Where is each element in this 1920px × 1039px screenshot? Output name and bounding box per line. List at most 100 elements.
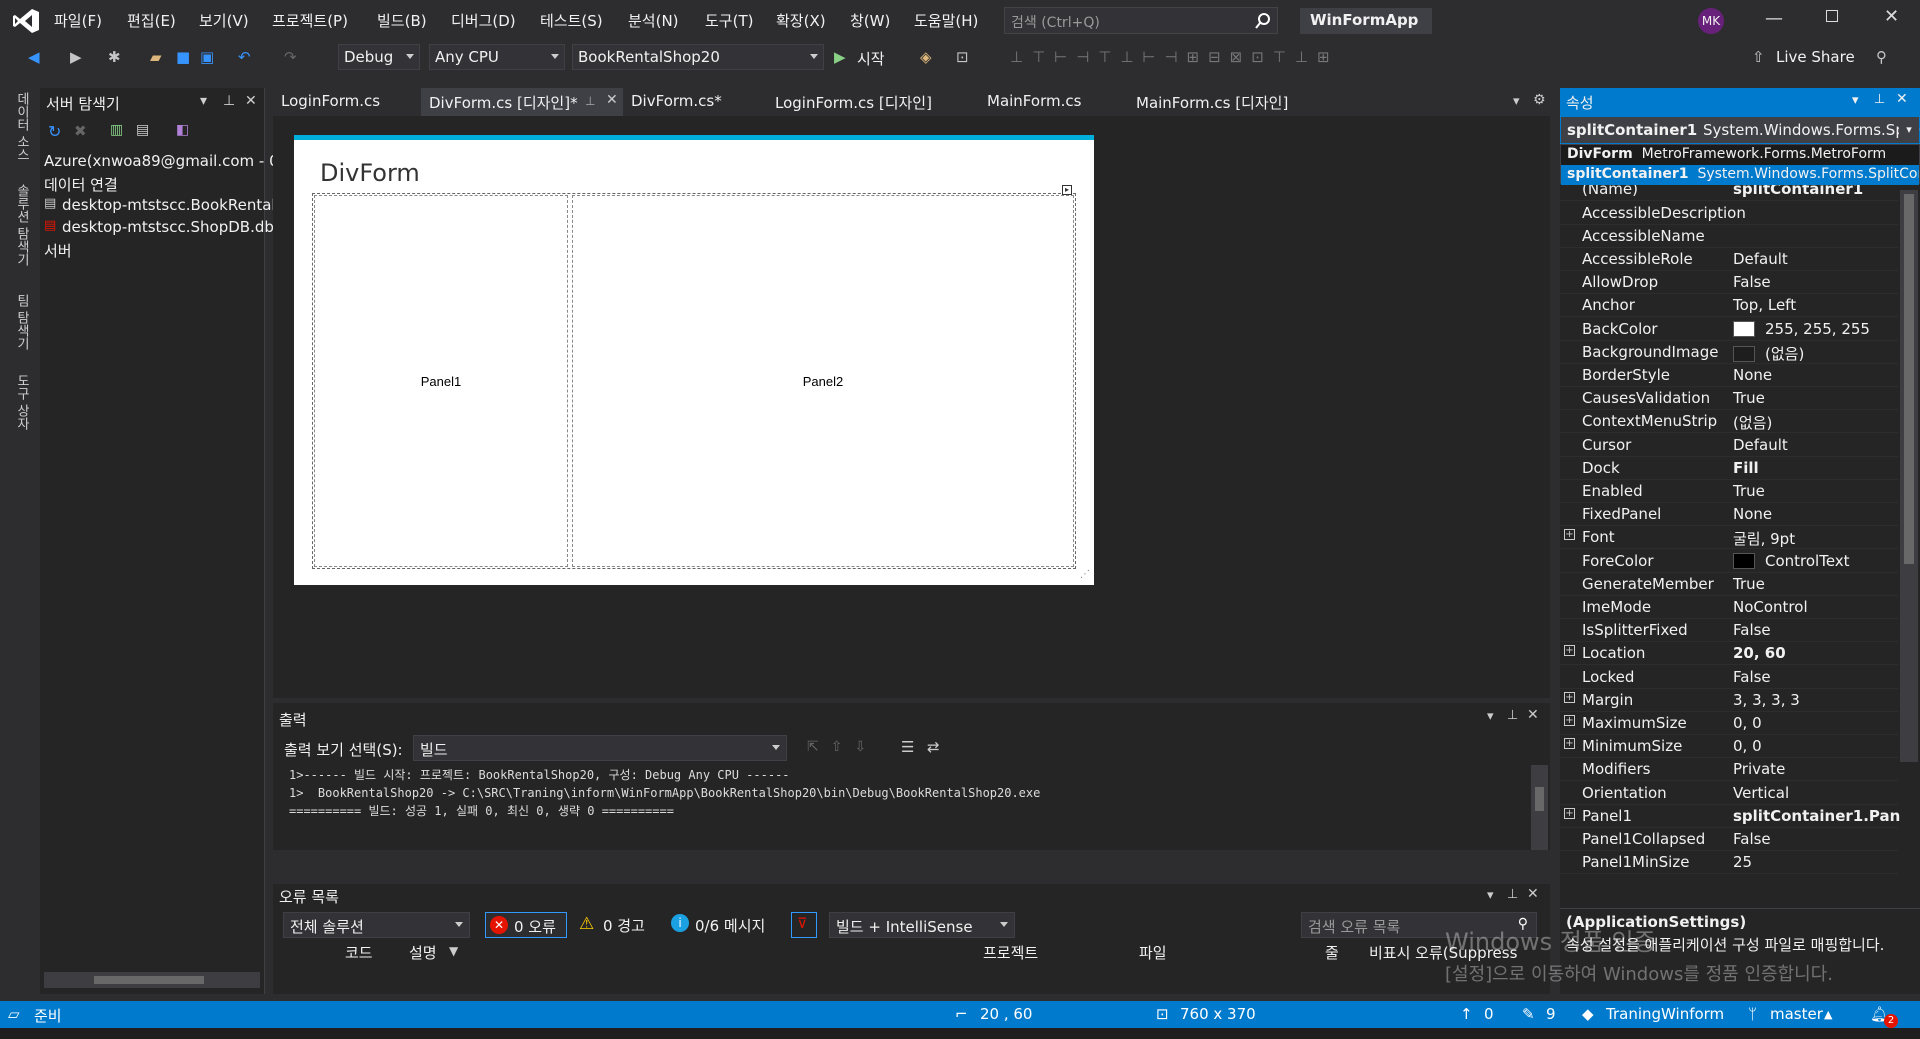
- redo-icon[interactable]: ↷: [284, 48, 297, 66]
- split-panel-1[interactable]: Panel1: [314, 195, 568, 567]
- property-row[interactable]: IsSplitterFixed False: [1560, 619, 1898, 643]
- property-row[interactable]: + Location 20, 60: [1560, 642, 1898, 666]
- tree-item-data-connections[interactable]: 데이터 연결: [44, 174, 118, 195]
- property-value[interactable]: 굴림, 9pt: [1733, 528, 1795, 549]
- vertical-scrollbar[interactable]: [1900, 190, 1918, 762]
- clear-all-icon[interactable]: ☰: [901, 738, 914, 756]
- pending-changes-count[interactable]: 9: [1546, 1005, 1556, 1023]
- property-row[interactable]: AccessibleName: [1560, 225, 1898, 248]
- find-in-files-icon[interactable]: ◈: [920, 48, 932, 66]
- gear-icon[interactable]: ⚙: [1533, 92, 1546, 108]
- pane-menu-icon[interactable]: ▾: [1487, 709, 1494, 724]
- menu-analyze[interactable]: 분석(N): [628, 10, 679, 31]
- property-value[interactable]: False: [1733, 273, 1771, 291]
- column-project[interactable]: 프로젝트: [983, 942, 1038, 963]
- property-row[interactable]: + Margin 3, 3, 3, 3: [1560, 689, 1898, 712]
- save-icon[interactable]: ■: [176, 48, 190, 66]
- tree-item-connection[interactable]: desktop-mtstscc.ShopDB.dbo: [62, 218, 283, 236]
- property-value[interactable]: True: [1733, 389, 1765, 407]
- menu-build[interactable]: 빌드(B): [377, 10, 427, 31]
- property-value[interactable]: Vertical: [1733, 784, 1789, 802]
- visual-studio-logo-icon[interactable]: [12, 8, 40, 34]
- errors-filter-button[interactable]: ✕ 0 오류: [485, 912, 567, 938]
- repository-icon[interactable]: ◆: [1582, 1005, 1594, 1023]
- column-code[interactable]: 코드: [345, 942, 373, 963]
- property-value[interactable]: Fill: [1733, 459, 1759, 477]
- chevron-up-icon[interactable]: ▲: [1824, 1008, 1832, 1021]
- tab-toolbox[interactable]: 도구 상자: [12, 374, 31, 430]
- dropdown-item-divform[interactable]: DivForm MetroFramework.Forms.MetroForm: [1561, 145, 1919, 165]
- horizontal-scrollbar[interactable]: [44, 972, 260, 988]
- tree-item-connection[interactable]: desktop-mtstscc.BookRentals: [62, 196, 283, 214]
- close-icon[interactable]: ✕: [606, 92, 618, 108]
- tab-mainform-designer[interactable]: MainForm.cs [디자인]: [1128, 88, 1296, 116]
- menu-window[interactable]: 창(W): [850, 10, 890, 31]
- word-wrap-icon[interactable]: ⇄: [927, 738, 940, 756]
- error-scope-select[interactable]: 전체 솔루션: [283, 912, 470, 938]
- property-row[interactable]: AccessibleDescription: [1560, 202, 1898, 225]
- undo-icon[interactable]: ↶: [238, 48, 251, 66]
- pin-icon[interactable]: ⊥: [1874, 92, 1885, 107]
- property-value[interactable]: True: [1733, 575, 1765, 593]
- property-value[interactable]: 25: [1733, 853, 1752, 871]
- property-value[interactable]: 0, 0: [1733, 714, 1762, 732]
- open-folder-icon[interactable]: ▰: [150, 48, 162, 66]
- tab-team-explorer[interactable]: 팀 탐색기: [12, 294, 31, 350]
- feedback-icon[interactable]: ⚲: [1876, 48, 1887, 66]
- property-row[interactable]: BorderStyle None: [1560, 364, 1898, 387]
- close-icon[interactable]: ✕: [1527, 707, 1539, 723]
- property-value[interactable]: Default: [1733, 250, 1788, 268]
- tab-data-sources[interactable]: 데이터 소스: [12, 92, 31, 161]
- error-source-select[interactable]: 빌드 + IntelliSense: [829, 912, 1015, 938]
- arrow-up-icon[interactable]: ↑: [1460, 1005, 1473, 1023]
- property-value[interactable]: (없음): [1733, 412, 1772, 433]
- connect-server-icon[interactable]: ▤: [136, 122, 149, 138]
- close-icon[interactable]: ✕: [1884, 6, 1899, 27]
- property-value[interactable]: False: [1733, 668, 1771, 686]
- azure-icon[interactable]: ◧: [176, 122, 189, 138]
- property-value[interactable]: Private: [1733, 760, 1785, 778]
- live-share-icon[interactable]: ⇧: [1752, 48, 1765, 66]
- maximize-icon[interactable]: [1826, 10, 1838, 22]
- layout-toolbar-icons[interactable]: ⊥⊤⊢⊣⊤⊥⊢⊣⊞⊟⊠⊡⊤⊥⊞: [1010, 48, 1339, 66]
- property-value[interactable]: True: [1733, 482, 1765, 500]
- column-line[interactable]: 줄: [1325, 942, 1339, 963]
- property-grid[interactable]: +(ApplicationSettings)+(DataBindings)(Na…: [1560, 144, 1900, 908]
- filter-toggle-button[interactable]: ⊽: [791, 912, 817, 938]
- property-value[interactable]: None: [1733, 505, 1772, 523]
- property-value[interactable]: NoControl: [1733, 598, 1808, 616]
- start-button[interactable]: 시작: [857, 48, 885, 69]
- tab-mainform-cs[interactable]: MainForm.cs: [979, 88, 1089, 116]
- stop-icon[interactable]: ✖: [74, 122, 87, 140]
- property-value[interactable]: False: [1733, 621, 1771, 639]
- solution-platform-select[interactable]: Any CPU: [429, 44, 565, 70]
- solution-configuration-select[interactable]: Debug: [338, 44, 420, 70]
- tab-loginform-designer[interactable]: LoginForm.cs [디자인]: [767, 88, 940, 116]
- property-row[interactable]: Panel1MinSize 25: [1560, 851, 1898, 875]
- property-row[interactable]: Cursor Default: [1560, 434, 1898, 457]
- output-nav-icons[interactable]: ⇱⇧⇩: [807, 739, 878, 755]
- output-window-icon[interactable]: ▱: [8, 1005, 20, 1023]
- new-project-icon[interactable]: ✱: [108, 48, 121, 66]
- repository-name[interactable]: TraningWinform: [1606, 1005, 1724, 1023]
- refresh-icon[interactable]: ↻: [48, 122, 61, 141]
- connect-database-icon[interactable]: ▥: [110, 122, 123, 138]
- property-value[interactable]: 20, 60: [1733, 644, 1786, 662]
- property-row[interactable]: CausesValidation True: [1560, 387, 1898, 411]
- property-value[interactable]: None: [1733, 366, 1772, 384]
- property-row[interactable]: + MaximumSize 0, 0: [1560, 712, 1898, 735]
- property-row[interactable]: AllowDrop False: [1560, 271, 1898, 295]
- pin-icon[interactable]: ⊥: [223, 93, 235, 109]
- output-source-select[interactable]: 빌드: [413, 735, 787, 761]
- browser-link-icon[interactable]: ⊡: [956, 48, 969, 66]
- property-value[interactable]: 255, 255, 255: [1733, 320, 1870, 338]
- property-value[interactable]: Default: [1733, 436, 1788, 454]
- unpushed-count[interactable]: 0: [1484, 1005, 1494, 1023]
- property-row[interactable]: Enabled True: [1560, 480, 1898, 503]
- output-text[interactable]: 1>------ 빌드 시작: 프로젝트: BookRentalShop20, …: [289, 766, 1040, 820]
- vertical-scrollbar[interactable]: [1531, 765, 1548, 850]
- property-row[interactable]: Modifiers Private: [1560, 758, 1898, 782]
- avatar[interactable]: MK: [1698, 8, 1724, 34]
- forward-icon[interactable]: ▶: [70, 48, 82, 66]
- start-icon[interactable]: ▶: [834, 48, 846, 66]
